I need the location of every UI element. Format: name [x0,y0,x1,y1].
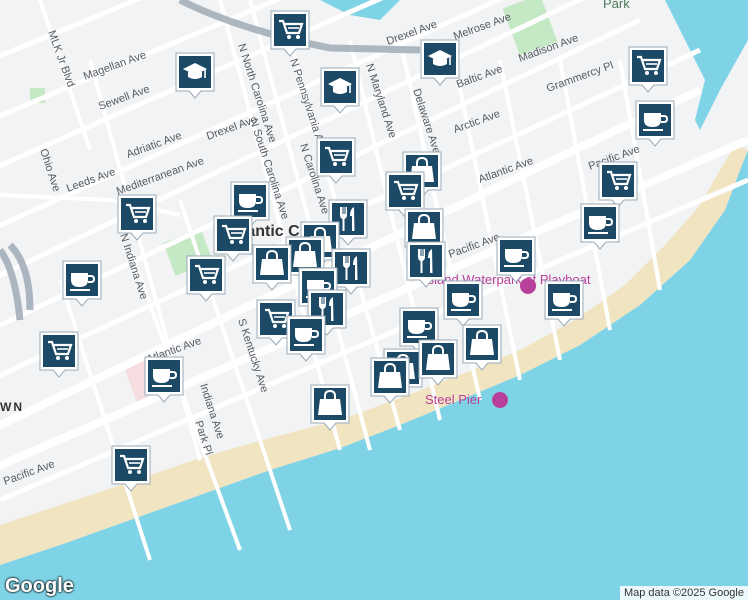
map-data-attribution[interactable]: Map data ©2025 Google [619,586,748,600]
park-label: Park [603,0,630,11]
shopping-cart-marker[interactable] [213,215,253,262]
graduation-cap-marker[interactable] [420,39,460,86]
coffee-cup-marker[interactable] [144,356,184,403]
coffee-cup-marker[interactable] [443,280,483,327]
coffee-cup-marker[interactable] [496,236,536,283]
shopping-bag-marker[interactable] [310,384,350,431]
waterpark-icon [520,278,536,294]
shopping-cart-marker[interactable] [270,10,310,57]
coffee-cup-marker[interactable] [580,203,620,250]
shopping-bag-marker[interactable] [418,339,458,386]
shopping-cart-marker[interactable] [186,255,226,302]
coffee-cup-marker[interactable] [62,260,102,307]
neighborhood-label: WN [0,400,24,414]
coffee-cup-marker[interactable] [286,315,326,362]
shopping-cart-marker[interactable] [628,46,668,93]
coffee-cup-marker[interactable] [635,100,675,147]
map-canvas[interactable]: MLK Jr Blvd Magellan Ave Sewell Ave Adri… [0,0,748,600]
shopping-bag-marker[interactable] [252,244,292,291]
shopping-cart-marker[interactable] [316,137,356,184]
graduation-cap-marker[interactable] [175,52,215,99]
graduation-cap-marker[interactable] [320,67,360,114]
shopping-bag-marker[interactable] [370,357,410,404]
fork-knife-marker[interactable] [406,241,446,288]
fork-knife-marker[interactable] [331,248,371,295]
shopping-cart-marker[interactable] [39,331,79,378]
shopping-bag-marker[interactable] [462,324,502,371]
shopping-cart-marker[interactable] [598,161,638,208]
steel-pier-icon [492,392,508,408]
google-logo: Google [5,575,74,597]
coffee-cup-marker[interactable] [544,280,584,327]
shopping-cart-marker[interactable] [111,445,151,492]
steel-pier-label: Steel Pier [425,392,482,407]
shopping-cart-marker[interactable] [117,194,157,241]
